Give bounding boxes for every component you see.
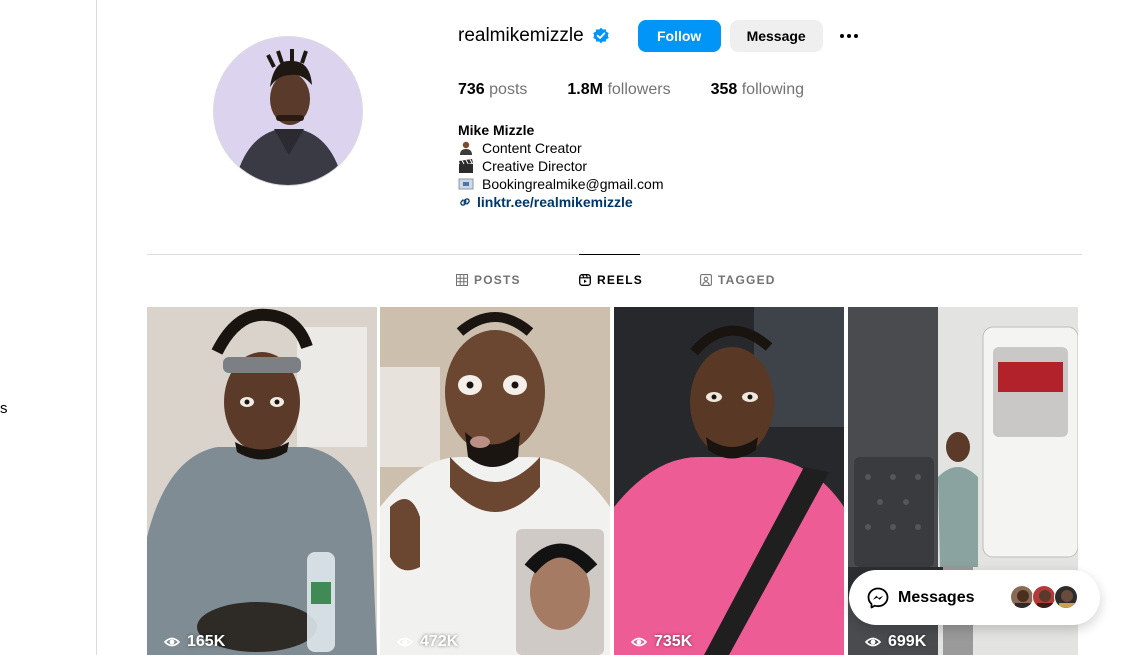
avatar [1010, 585, 1034, 609]
followers-count[interactable]: 1.8M followers [567, 81, 670, 99]
reel-view-count-text: 165K [187, 633, 226, 650]
bio-line-creator: Content Creator [458, 139, 664, 157]
messages-button[interactable]: Messages [849, 570, 1100, 625]
followers-count-label: followers [607, 81, 671, 98]
verified-badge-icon [592, 27, 610, 45]
following-count-label: following [741, 81, 804, 98]
reel-thumbnail [147, 307, 377, 655]
reel-tile[interactable]: 165K [147, 307, 377, 655]
reels-icon [579, 274, 591, 286]
tab-tagged-label: TAGGED [718, 273, 776, 287]
bio-full-name: Mike Mizzle [458, 122, 535, 138]
messenger-icon [867, 587, 889, 608]
profile-username: realmikemizzle [458, 25, 584, 46]
bio-link-text: linktr.ee/realmikemizzle [477, 194, 633, 210]
tab-posts-label: POSTS [474, 273, 521, 287]
active-tab-indicator [579, 254, 640, 255]
profile-tabs: POSTS REELS TAGGED [0, 273, 1132, 289]
reel-thumbnail [380, 307, 610, 655]
more-options-icon[interactable] [837, 24, 861, 48]
posts-count: 736 posts [458, 81, 527, 99]
reel-view-count-text: 472K [420, 633, 459, 650]
envelope-emoji-icon [458, 177, 476, 191]
play-views-icon [163, 637, 181, 647]
bio-external-link[interactable]: linktr.ee/realmikemizzle [458, 193, 664, 211]
bio-line-creator-text: Content Creator [482, 140, 582, 156]
following-count[interactable]: 358 following [711, 81, 804, 99]
tab-reels[interactable]: REELS [579, 273, 643, 287]
posts-count-label: posts [489, 81, 528, 98]
follow-button[interactable]: Follow [637, 20, 721, 52]
messages-label: Messages [898, 588, 975, 606]
play-views-icon [630, 637, 648, 647]
bio-line-director-text: Creative Director [482, 158, 588, 174]
reel-view-count: 699K [864, 633, 926, 651]
reel-view-count: 165K [163, 633, 225, 651]
grid-icon [456, 274, 468, 286]
reel-thumbnail [614, 307, 844, 655]
tab-reels-label: REELS [597, 273, 644, 287]
bio-line-email: Bookingrealmike@gmail.com [458, 175, 664, 193]
reel-tile[interactable]: 472K [380, 307, 610, 655]
messages-avatar-stack [1010, 585, 1078, 609]
reel-tile[interactable]: 735K [614, 307, 844, 655]
following-count-value: 358 [710, 81, 738, 98]
reel-view-count: 472K [396, 633, 458, 651]
profile-avatar[interactable] [213, 36, 363, 186]
posts-count-value: 736 [458, 81, 485, 98]
reel-view-count-text: 699K [888, 633, 927, 650]
tab-posts[interactable]: POSTS [456, 273, 521, 287]
sidebar-item-label-fragment[interactable]: s [0, 400, 8, 417]
avatar [1054, 585, 1078, 609]
link-chain-icon [460, 198, 470, 206]
bio-line-director: Creative Director [458, 157, 664, 175]
message-button[interactable]: Message [729, 20, 823, 52]
followers-count-value: 1.8M [567, 81, 603, 98]
reel-view-count: 735K [630, 633, 692, 651]
left-sidebar: s [0, 0, 97, 655]
profile-bio: Mike Mizzle Content Creator Creative Dir… [458, 121, 664, 211]
avatar [1032, 585, 1056, 609]
tagged-icon [700, 274, 712, 286]
play-views-icon [396, 637, 414, 647]
person-emoji-icon [458, 141, 476, 155]
reel-view-count-text: 735K [654, 633, 693, 650]
clapper-board-emoji-icon [458, 159, 476, 173]
play-views-icon [864, 637, 882, 647]
profile-stats: 736 posts 1.8M followers 358 following [458, 81, 844, 99]
bio-line-email-text: Bookingrealmike@gmail.com [482, 176, 664, 192]
tab-tagged[interactable]: TAGGED [700, 273, 776, 287]
profile-header: realmikemizzle Follow Message [458, 20, 861, 52]
